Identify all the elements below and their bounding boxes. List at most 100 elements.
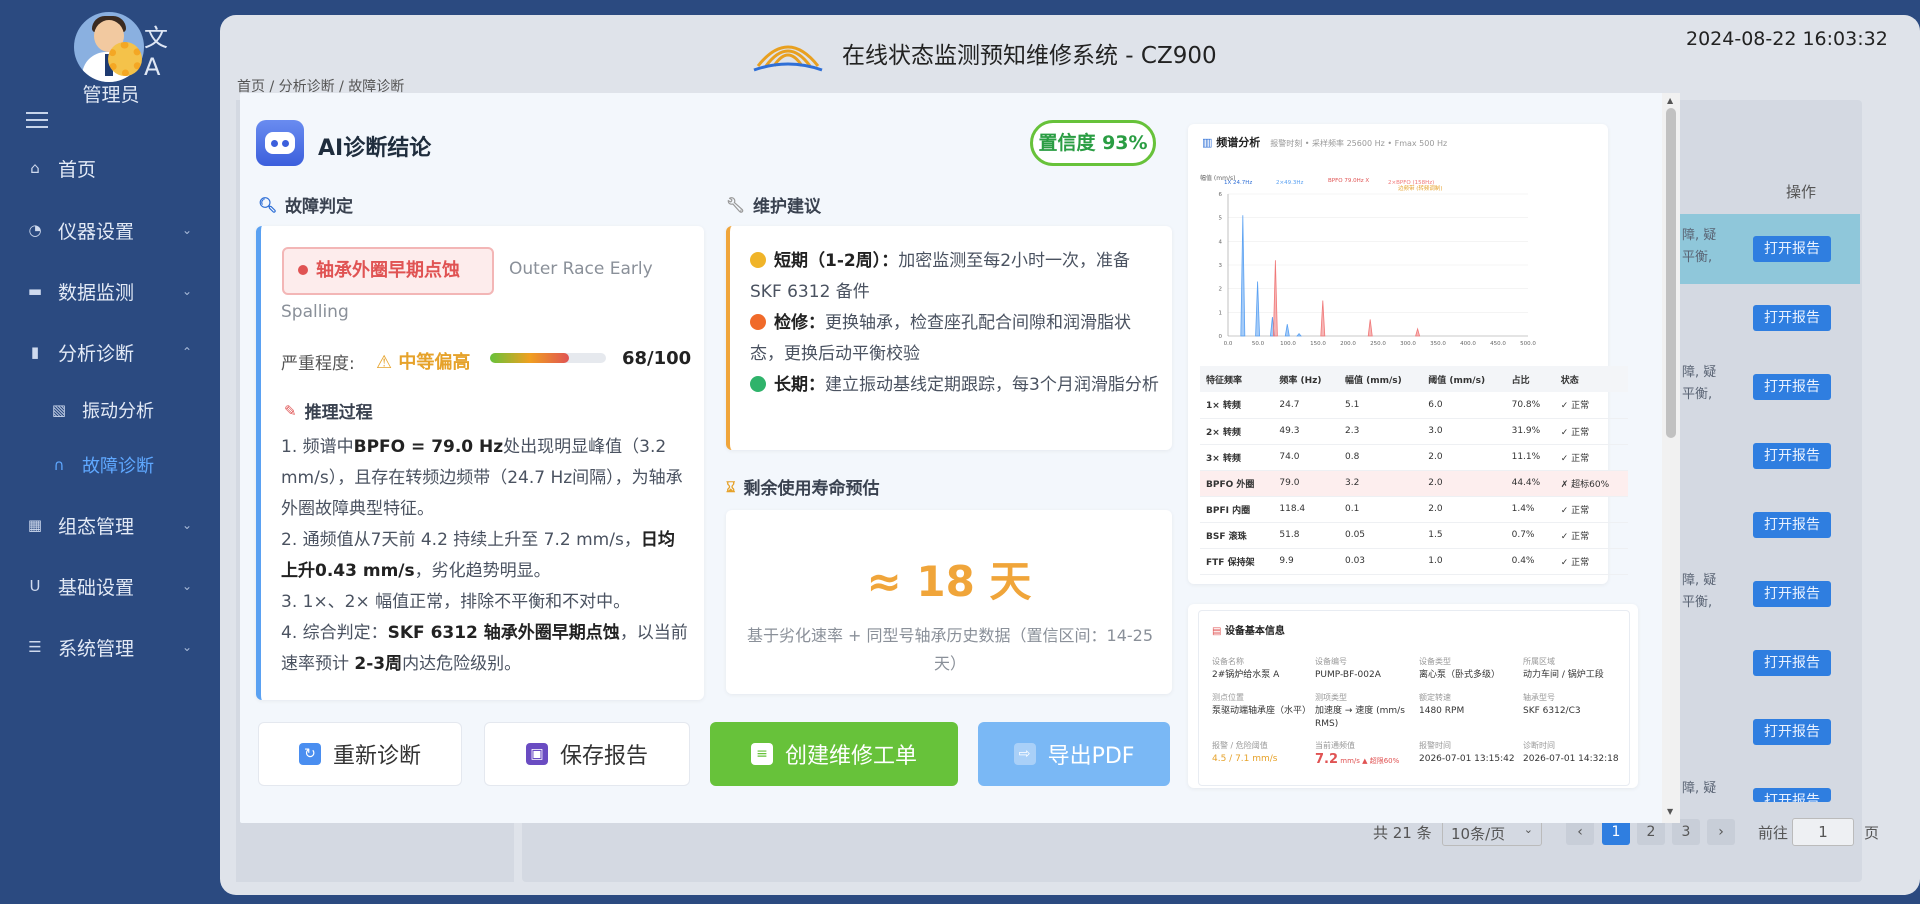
next-page-button[interactable]: › (1707, 819, 1735, 845)
page-suffix: 页 (1864, 824, 1880, 842)
table-cell: 31.9% (1505, 418, 1555, 445)
table-row: BSF 滚珠 51.8 0.05 1.5 0.7% ✓ 正常 (1200, 522, 1628, 549)
open-report-button[interactable]: 打开报告 (1753, 788, 1831, 802)
maintenance-item: 短期（1-2周）：加密监测至每2小时一次，准备 SKF 6312 备件 (750, 251, 1131, 302)
home-icon: ⌂ (30, 159, 40, 177)
life-value: ≈ 18 天 (866, 557, 1032, 606)
open-report-button[interactable]: 打开报告 (1753, 581, 1831, 607)
life-heading: ⌛︎ 剩余使用寿命预估 (726, 477, 880, 500)
sidebar-item-monitor[interactable]: ▬ 数据监测 ⌄ (0, 266, 222, 316)
memo-icon: ✎ (284, 401, 297, 420)
table-cell: 0.05 (1338, 522, 1423, 549)
goto-page-input[interactable]: 1 (1792, 818, 1854, 846)
circle-icon (750, 376, 766, 392)
chart-annotation: 2×49.3Hz (1276, 180, 1303, 186)
open-report-button[interactable]: 打开报告 (1753, 305, 1831, 331)
table-cell: 2.3 (1338, 418, 1423, 445)
maintenance-heading: 🔧︎ 维护建议 (726, 195, 822, 218)
datetime: 2024-08-22 16:03:32 (1686, 28, 1888, 50)
life-description: 基于劣化速率 + 同型号轴承历史数据（置信区间：14-25天） (746, 626, 1154, 673)
export-icon: ⇨ (1013, 743, 1036, 765)
sidebar-item-config[interactable]: ▦ 组态管理 ⌄ (0, 500, 222, 550)
device-field-label: 额定转速 (1419, 693, 1451, 702)
warning-icon: ⚠ (376, 352, 393, 373)
table-row: 1× 转频 24.7 5.1 6.0 70.8% ✓ 正常 (1200, 392, 1628, 419)
scroll-thumb[interactable] (1666, 108, 1676, 438)
table-cell: 0.4% (1505, 548, 1555, 575)
sidebar-item-basic[interactable]: U 基础设置 ⌄ (0, 561, 222, 611)
table-cell: BPFI 内圈 (1200, 496, 1274, 523)
sidebar-item-analysis[interactable]: ▮ 分析诊断 ⌃ (0, 327, 222, 377)
open-report-button[interactable]: 打开报告 (1753, 443, 1831, 469)
device-field-value: 泵驱动端轴承座（水平） (1212, 706, 1312, 716)
open-report-button[interactable]: 打开报告 (1753, 512, 1831, 538)
translate-icon[interactable]: 文A (144, 18, 178, 81)
table-cell: 2.0 (1422, 444, 1506, 471)
create-workorder-button[interactable]: ≡ 创建维修工单 (710, 722, 958, 786)
table-cell: 6.0 (1422, 392, 1506, 419)
device-field-value: 2026-07-01 13:15:42 (1419, 754, 1515, 764)
dot-icon (298, 265, 308, 275)
y-tick-label: 0 (1219, 334, 1223, 340)
sidebar-item-vibration[interactable]: ▧ 振动分析 (0, 385, 222, 435)
fault-tag: 轴承外圈早期点蚀 (282, 247, 494, 295)
fault-tag-en: Outer Race Early (509, 259, 653, 279)
table-cell: 1.5 (1422, 522, 1506, 549)
table-cell: ✓ 正常 (1554, 522, 1628, 549)
gear-icon (108, 42, 142, 76)
open-report-button[interactable]: 打开报告 (1753, 374, 1831, 400)
table-cell: 2.0 (1422, 496, 1506, 523)
device-field-label: 当前通频值 (1315, 741, 1355, 750)
rediagnose-button[interactable]: ↻ 重新诊断 (258, 722, 462, 786)
open-report-button[interactable]: 打开报告 (1753, 236, 1831, 262)
row-text-fragment: 障, 疑平衡, (1682, 573, 1717, 610)
y-tick-label: 4 (1219, 239, 1223, 245)
monitor-icon: ▬ (27, 282, 43, 300)
spectrum-chart: 幅值 (mm/s)01234560.0 50.0 100.0 150.0 200.0 25… (1200, 174, 1536, 347)
hourglass-icon: ⌛︎ (726, 477, 736, 496)
severity-score: 68/100 (622, 348, 692, 369)
open-report-button[interactable]: 打开报告 (1753, 650, 1831, 676)
table-cell: 51.8 (1273, 522, 1339, 549)
maintenance-item: 长期：建立振动基线定期跟踪，每3个月润滑脂分析 (750, 370, 1160, 401)
modal-scrollbar[interactable]: ▲ ▼ (1662, 93, 1680, 823)
table-cell: 2× 转频 (1200, 418, 1274, 445)
chevron-down-icon: ⌄ (181, 223, 192, 237)
sidebar-item-fault-diagnosis[interactable]: ∩ 故障诊断 (0, 440, 222, 490)
device-field-label: 所属区域 (1523, 657, 1555, 666)
spectrum-table: 特征频率 频率 (Hz) 幅值 (mm/s) 阈值 (mm/s) 占比 状态 1× 转频 2… (1200, 366, 1628, 575)
y-tick-label: 3 (1219, 263, 1223, 269)
table-cell: 5.1 (1338, 392, 1423, 419)
open-report-button[interactable]: 打开报告 (1753, 719, 1831, 745)
table-cell: 0.03 (1338, 548, 1423, 575)
floppy-icon: ▣ (525, 743, 548, 765)
wrench-icon: 🔧︎ (726, 195, 746, 214)
chevron-down-icon: ⌄ (1523, 823, 1533, 836)
row-text-fragment: 障, 疑平衡, (1682, 228, 1717, 265)
table-cell: FTF 保持架 (1200, 548, 1274, 575)
device-field-label: 轴承型号 (1523, 693, 1555, 702)
scroll-down-icon[interactable]: ▼ (1667, 807, 1673, 816)
device-field-label: 测点位置 (1212, 693, 1244, 702)
table-row: BPFI 内圈 118.4 0.1 2.0 1.4% ✓ 正常 (1200, 496, 1628, 523)
export-pdf-button[interactable]: ⇨ 导出PDF (978, 722, 1170, 786)
menu-toggle-icon[interactable] (26, 112, 48, 130)
sidebar-item-home[interactable]: ⌂ 首页 (0, 143, 222, 193)
x-tick-label: 150.0 (1310, 341, 1326, 347)
sidebar-item-instrument[interactable]: ◔ 仪器设置 ⌄ (0, 205, 222, 255)
clipboard-icon: ≡ (750, 743, 773, 765)
device-field-value: 加速度 → 速度 (mm/s RMS) (1315, 706, 1405, 729)
table-cell: 3× 转频 (1200, 444, 1274, 471)
save-report-button[interactable]: ▣ 保存报告 (484, 722, 690, 786)
device-field-label: 测项类型 (1315, 693, 1347, 702)
scroll-up-icon[interactable]: ▲ (1667, 96, 1673, 105)
table-cell: ✗ 超标60% (1554, 470, 1628, 497)
spectrum-peak (1296, 333, 1302, 337)
table-row: 3× 转频 74.0 0.8 2.0 11.1% ✓ 正常 (1200, 444, 1628, 471)
chart-annotation: BPFO 79.0Hz X (1328, 178, 1369, 184)
table-cell: ✓ 正常 (1554, 418, 1628, 445)
table-cell: 79.0 (1273, 470, 1339, 497)
y-tick-label: 2 (1219, 287, 1223, 293)
sidebar-item-system[interactable]: ☰ 系统管理 ⌄ (0, 622, 222, 672)
table-cell: ✓ 正常 (1554, 548, 1628, 575)
